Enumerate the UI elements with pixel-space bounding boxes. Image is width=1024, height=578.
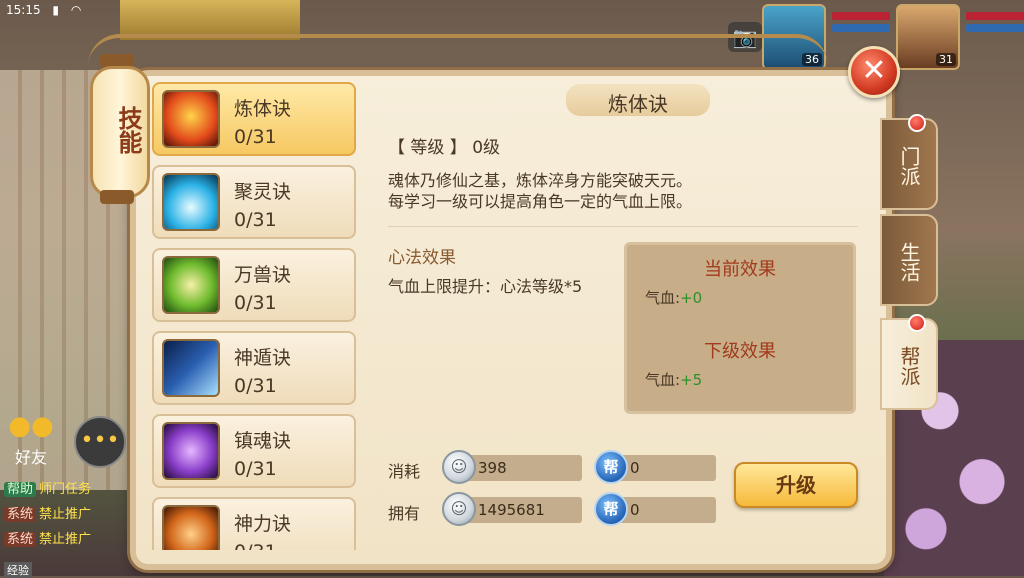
guild-coin-icon: 帮 xyxy=(594,450,628,484)
silver-coin-icon: ☺ xyxy=(442,450,476,484)
skill-item[interactable]: 炼体诀 0/31 xyxy=(152,82,356,156)
current-effect-row: 气血:+0 xyxy=(645,287,702,308)
friend-label: 好友 xyxy=(14,448,47,467)
chat-line: 系统 禁止推广 xyxy=(4,528,134,547)
tab-sect[interactable]: 门派 xyxy=(880,114,938,210)
skill-progress: 0/31 xyxy=(234,209,277,231)
next-effect-title: 下级效果 xyxy=(704,341,776,362)
notification-dot xyxy=(908,114,926,132)
chat-tag: 系统 xyxy=(4,532,37,547)
spirit-gather-icon xyxy=(162,173,220,231)
skill-item[interactable]: 神遁诀 0/31 xyxy=(152,331,356,405)
battery-icon: ▮ xyxy=(52,3,60,17)
skill-progress: 0/31 xyxy=(234,541,277,550)
chat-tag: 帮助 xyxy=(4,482,37,497)
panel-ornament xyxy=(88,34,828,66)
chat-text: 禁止推广 xyxy=(39,507,92,522)
skill-name: 镇魂诀 xyxy=(234,430,292,452)
skill-list[interactable]: 炼体诀 0/31 聚灵诀 0/31 万兽诀 0/31 神遁诀 0/31 镇魂诀 … xyxy=(152,82,362,550)
chat-text: 禁止推广 xyxy=(39,532,92,547)
tab-label: 门派 xyxy=(897,146,921,186)
tab-label: 生活 xyxy=(897,242,921,282)
upgrade-button[interactable]: 升级 xyxy=(734,462,858,508)
own-silver-value: 1495681 xyxy=(460,497,582,523)
tab-guild[interactable]: 帮派 xyxy=(880,314,938,410)
skill-progress: 0/31 xyxy=(234,458,277,480)
skill-name: 聚灵诀 xyxy=(234,181,292,203)
friends-icon: ●● xyxy=(8,411,54,441)
beast-paw-icon xyxy=(162,256,220,314)
skill-name: 炼体诀 xyxy=(234,98,292,120)
fire-body-icon xyxy=(162,90,220,148)
skill-name: 万兽诀 xyxy=(234,264,292,286)
tab-life[interactable]: 生活 xyxy=(880,214,938,306)
effect-title: 心法效果 xyxy=(388,248,456,268)
notification-dot xyxy=(908,314,926,332)
effect-text: 气血上限提升：心法等级*5 xyxy=(388,277,583,296)
close-button[interactable]: ✕ xyxy=(848,46,900,98)
skill-description: 魂体乃修仙之基，炼体淬身方能突破天元。 每学习一级可以提高角色一定的气血上限。 xyxy=(388,170,768,212)
skill-progress: 0/31 xyxy=(234,375,277,397)
current-effect-label: 气血: xyxy=(645,289,681,307)
own-label: 拥有 xyxy=(388,504,421,523)
current-effect-value: +0 xyxy=(680,289,703,307)
panel-title: 技能 xyxy=(114,106,142,154)
skill-item[interactable]: 神力诀 0/31 xyxy=(152,497,356,550)
status-time: 15:15 xyxy=(6,3,41,17)
wifi-icon: ◠ xyxy=(70,3,82,17)
soul-suppress-icon xyxy=(162,422,220,480)
next-effect-value: +5 xyxy=(680,371,703,389)
guild-coin-icon: 帮 xyxy=(594,492,628,526)
skill-name: 神力诀 xyxy=(234,513,292,535)
chat-icon[interactable]: ••• xyxy=(74,416,126,468)
skill-level: 【 等级 】 0级 xyxy=(388,138,501,158)
divider xyxy=(388,226,858,227)
desc-line: 魂体乃修仙之基，炼体淬身方能突破天元。 xyxy=(388,171,693,190)
panel-title-lantern: 技能 xyxy=(90,44,150,210)
portrait-level: 31 xyxy=(936,53,956,66)
chat-tag: 系统 xyxy=(4,507,37,522)
current-effect-title: 当前效果 xyxy=(704,259,776,280)
chat-line: 系统 禁止推广 xyxy=(4,503,134,522)
skill-item[interactable]: 镇魂诀 0/31 xyxy=(152,414,356,488)
chat-log[interactable]: 帮助 师门任务 系统 禁止推广 系统 禁止推广 xyxy=(4,478,134,553)
consume-silver-value: 398 xyxy=(460,455,582,481)
status-bar: 15:15 ▮ ◠ xyxy=(0,0,212,26)
tab-label: 帮派 xyxy=(897,346,921,386)
detail-title: 炼体诀 xyxy=(608,92,668,116)
pet-bars xyxy=(966,12,1024,70)
skill-name: 神遁诀 xyxy=(234,347,292,369)
skill-item[interactable]: 万兽诀 0/31 xyxy=(152,248,356,322)
next-effect-label: 气血: xyxy=(645,371,681,389)
divine-escape-icon xyxy=(162,339,220,397)
next-effect-row: 气血:+5 xyxy=(645,369,702,390)
skill-progress: 0/31 xyxy=(234,292,277,314)
friend-button[interactable]: ●● 好友 xyxy=(4,408,58,468)
portrait-pet[interactable]: 31 xyxy=(896,4,960,70)
chat-line: 帮助 师门任务 xyxy=(4,478,134,497)
chat-text: 师门任务 xyxy=(39,482,92,497)
divine-power-icon xyxy=(162,505,220,550)
silver-coin-icon: ☺ xyxy=(442,492,476,526)
skill-progress: 0/31 xyxy=(234,126,277,148)
desc-line: 每学习一级可以提高角色一定的气血上限。 xyxy=(388,192,693,211)
consume-label: 消耗 xyxy=(388,462,421,481)
lantern-cap xyxy=(100,190,134,204)
skill-item[interactable]: 聚灵诀 0/31 xyxy=(152,165,356,239)
effect-box: 当前效果 气血:+0 下级效果 气血:+5 xyxy=(624,242,856,414)
close-icon: ✕ xyxy=(861,53,887,88)
